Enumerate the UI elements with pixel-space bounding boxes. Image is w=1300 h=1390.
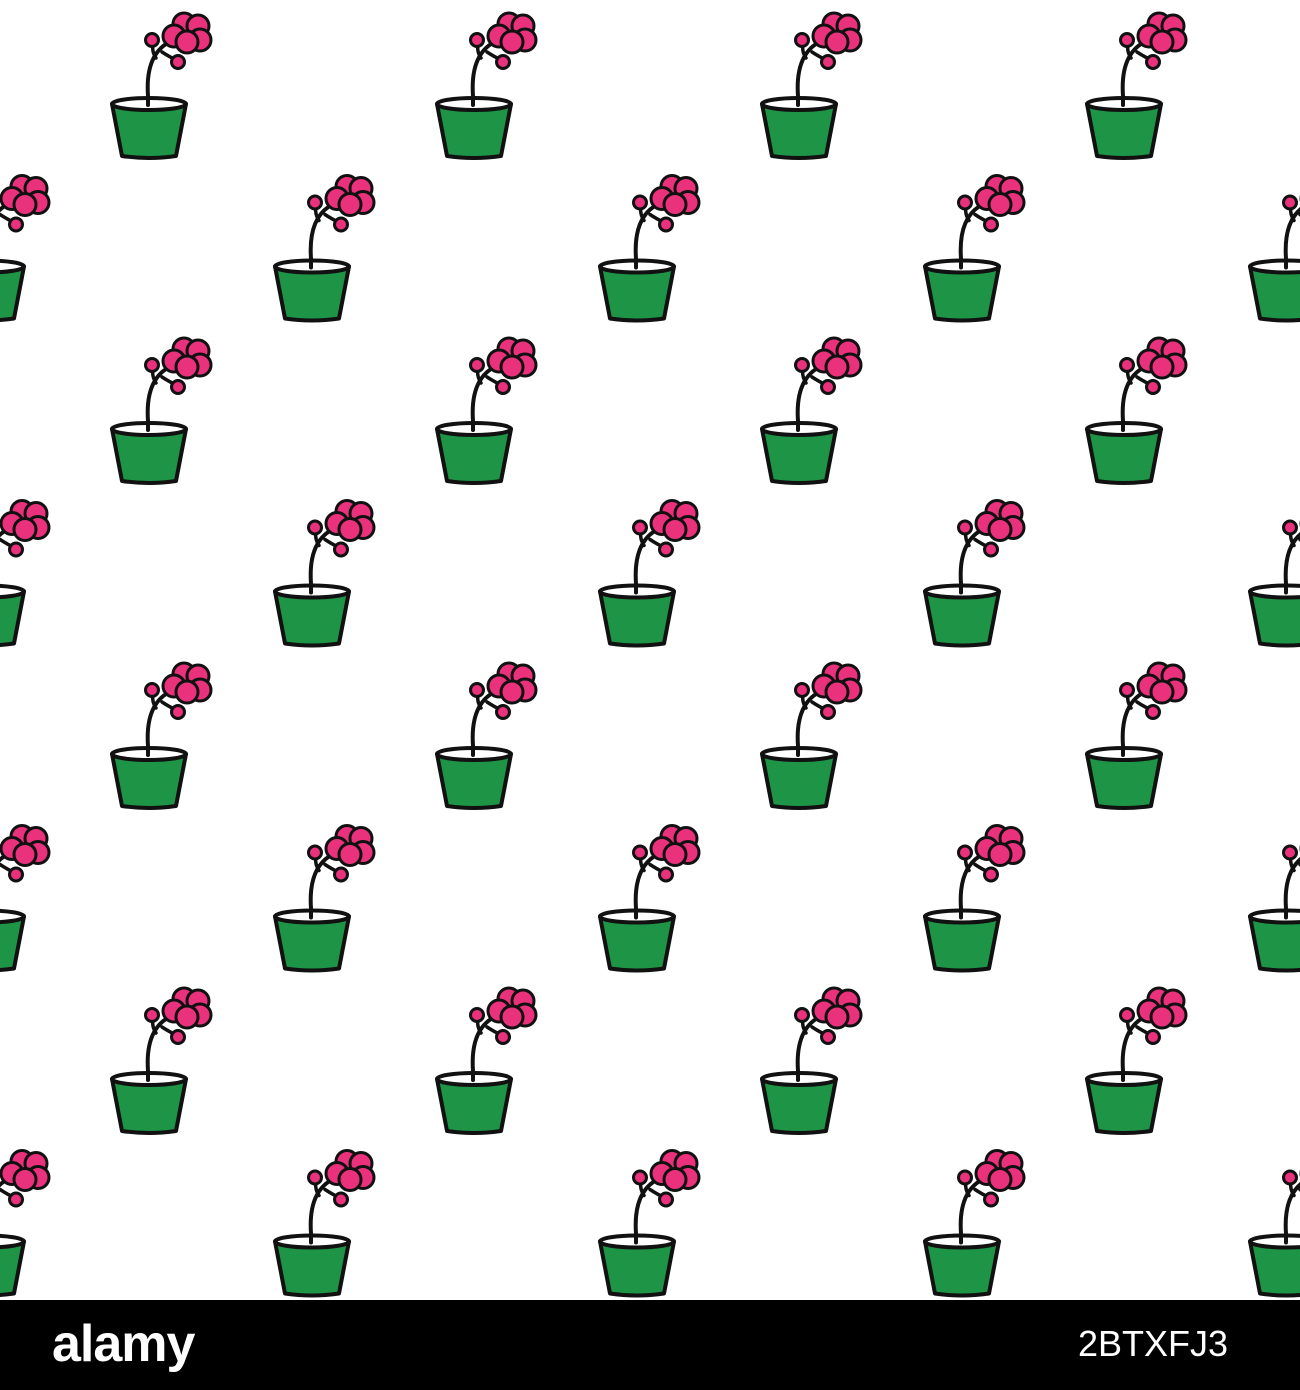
potted-flower-icon: [1085, 11, 1188, 160]
potted-flower-icon: [435, 661, 538, 810]
potted-flower-icon: [0, 498, 51, 648]
potted-flower-icon: [923, 1148, 1026, 1298]
potted-flower-icon: [1085, 661, 1188, 810]
potted-flower-icon: [598, 173, 701, 323]
potted-flower-icon: [1248, 498, 1300, 648]
potted-flower-icon: [598, 823, 701, 973]
potted-flower-icon: [110, 986, 213, 1135]
potted-flower-icon: [110, 11, 213, 160]
potted-flower-icon: [923, 173, 1026, 323]
potted-flower-icon: [760, 336, 863, 485]
potted-flower-icon: [760, 986, 863, 1135]
potted-flower-icon: [0, 173, 51, 323]
potted-flower-icon: [0, 1148, 51, 1298]
potted-flower-icon: [760, 661, 863, 810]
potted-flower-icon: [273, 823, 376, 973]
pattern-canvas: [0, 11, 1300, 1298]
flowerpot-pattern: [0, 0, 1300, 1300]
potted-flower-icon: [110, 661, 213, 810]
potted-flower-icon: [598, 1148, 701, 1298]
potted-flower-icon: [1248, 173, 1300, 323]
potted-flower-icon: [435, 11, 538, 160]
potted-flower-icon: [273, 498, 376, 648]
potted-flower-icon: [435, 986, 538, 1135]
potted-flower-icon: [1248, 1148, 1300, 1298]
potted-flower-icon: [760, 11, 863, 160]
potted-flower-icon: [435, 336, 538, 485]
potted-flower-icon: [598, 498, 701, 648]
image-id: 2BTXFJ3: [1077, 1323, 1228, 1364]
footer-bar: alamy 2BTXFJ3: [0, 1300, 1300, 1390]
potted-flower-icon: [273, 1148, 376, 1298]
potted-flower-icon: [1085, 986, 1188, 1135]
potted-flower-icon: [1248, 823, 1300, 973]
potted-flower-icon: [0, 823, 51, 973]
potted-flower-icon: [923, 498, 1026, 648]
alamy-logo: alamy: [52, 1315, 195, 1373]
potted-flower-icon: [923, 823, 1026, 973]
potted-flower-icon: [273, 173, 376, 323]
potted-flower-icon: [1085, 336, 1188, 485]
potted-flower-icon: [110, 336, 213, 485]
